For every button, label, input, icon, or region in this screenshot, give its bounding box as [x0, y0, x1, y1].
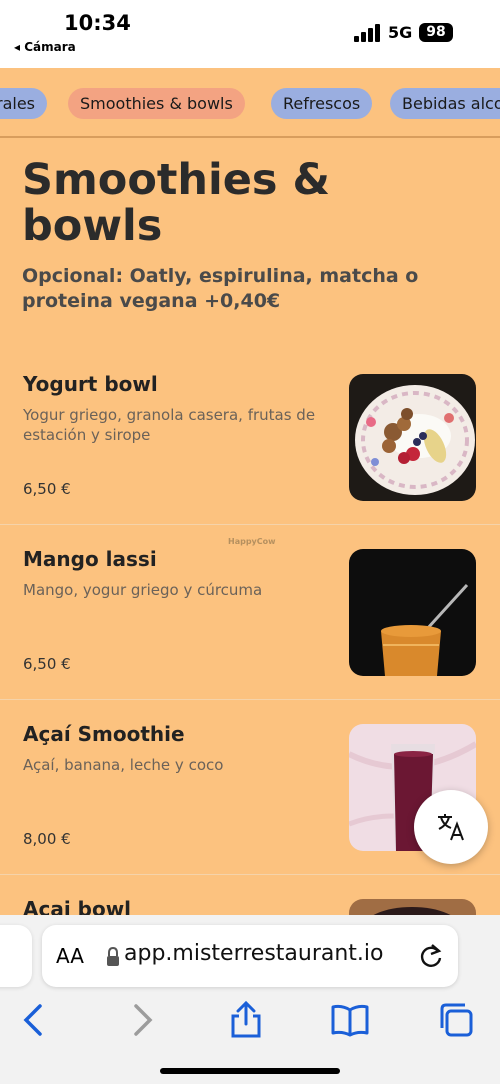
menu-item[interactable]: Mango lassi Mango, yogur griego y cúrcum… — [0, 525, 500, 700]
item-price: 6,50 € — [23, 655, 71, 673]
tab-bebidas-alcoholicas[interactable]: Bebidas alco — [390, 88, 500, 119]
item-price: 8,00 € — [23, 830, 71, 848]
text-size-button[interactable]: AA — [56, 944, 84, 968]
tab-naturales[interactable]: rales — [0, 88, 48, 119]
back-to-camera-link[interactable]: ◂ Cámara — [14, 40, 76, 54]
share-icon[interactable] — [226, 1000, 266, 1040]
browser-toolbar: AA app.misterrestaurant.io — [0, 915, 500, 1084]
item-name: Yogurt bowl — [23, 372, 158, 396]
lock-icon — [107, 947, 119, 966]
home-indicator[interactable] — [160, 1068, 340, 1074]
address-bar[interactable]: AA app.misterrestaurant.io — [42, 925, 458, 987]
item-description: Mango, yogur griego y cúrcuma — [23, 581, 263, 599]
url-text[interactable]: app.misterrestaurant.io — [124, 941, 384, 966]
status-time: 10:34 — [64, 11, 131, 35]
tabs-icon[interactable] — [436, 1000, 476, 1040]
forward-icon[interactable] — [122, 1000, 162, 1040]
translate-button[interactable] — [414, 790, 488, 864]
yogurt-bowl-photo[interactable] — [349, 374, 476, 501]
item-description: Açaí, banana, leche y coco — [23, 756, 224, 774]
reload-icon[interactable] — [418, 943, 444, 969]
network-label: 5G — [388, 23, 413, 42]
signal-icon — [354, 24, 382, 42]
item-name: Mango lassi — [23, 547, 157, 571]
translate-icon — [438, 814, 464, 841]
category-tabs: rales Smoothies & bowls Refrescos Bebida… — [0, 68, 500, 138]
tab-smoothies-bowls[interactable]: Smoothies & bowls — [68, 88, 245, 119]
battery-icon: 98 — [419, 23, 453, 42]
mango-lassi-photo[interactable] — [349, 549, 476, 676]
back-icon[interactable] — [14, 1000, 54, 1040]
item-description: Yogur griego, granola casera, frutas de … — [23, 406, 316, 444]
tab-refrescos[interactable]: Refrescos — [271, 88, 373, 119]
item-name: Açaí Smoothie — [23, 722, 185, 746]
bookmarks-icon[interactable] — [330, 1000, 370, 1040]
previous-tab-card[interactable] — [0, 925, 32, 987]
section-subtitle: Opcional: Oatly, espirulina, matcha o pr… — [22, 265, 419, 312]
item-price: 6,50 € — [23, 480, 71, 498]
section-title: Smoothies & bowls — [22, 155, 330, 251]
menu-item[interactable]: Yogurt bowl Yogur griego, granola casera… — [0, 350, 500, 525]
watermark: HappyCow — [228, 537, 276, 546]
status-bar: 10:34 ◂ Cámara 5G 98 — [0, 0, 500, 68]
